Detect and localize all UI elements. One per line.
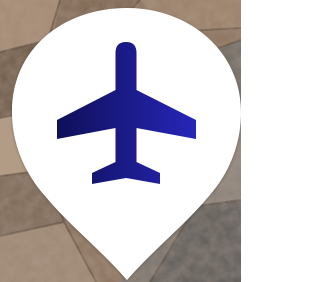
- map-marker-stage: [0, 0, 241, 282]
- airport-map-pin[interactable]: [0, 0, 241, 282]
